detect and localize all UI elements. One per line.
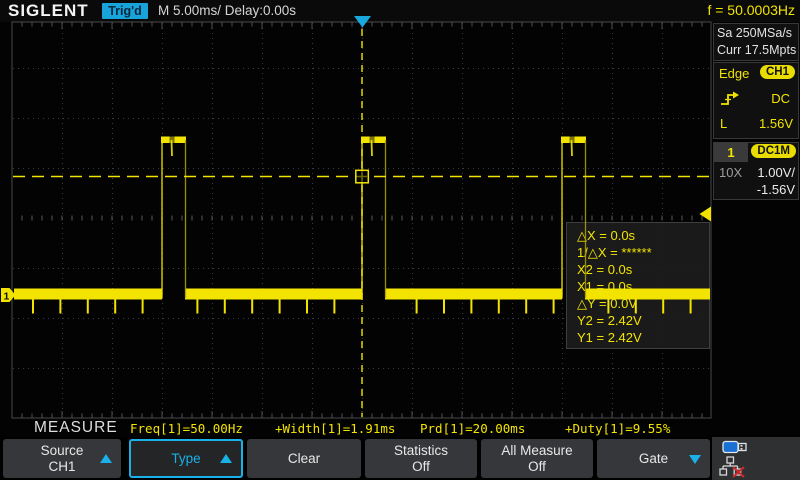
measurement-pos-width: +Width[1]=1.91ms <box>275 421 395 436</box>
statistics-button-value: Off <box>412 459 430 475</box>
gate-button-label: Gate <box>639 451 668 467</box>
measurement-pos-duty: +Duty[1]=9.55% <box>565 421 670 436</box>
oscilloscope-screen: SIGLENT Trig'd M 5.00ms/ Delay:0.00s f =… <box>0 0 800 480</box>
up-arrow-icon <box>100 454 112 463</box>
trigger-level-label: L <box>720 116 727 131</box>
cursor-x2: X2 = 0.0s <box>577 261 709 278</box>
type-button[interactable]: Type <box>129 439 243 478</box>
all-measure-button[interactable]: All Measure Off <box>481 439 593 478</box>
probe-attenuation-readout: 10X <box>719 165 742 180</box>
all-measure-button-label: All Measure <box>501 443 572 459</box>
channel-coupling-badge: DC1M <box>751 144 796 158</box>
source-button-value: CH1 <box>48 459 75 475</box>
rising-edge-icon <box>720 90 742 108</box>
trigger-source-badge: CH1 <box>760 65 795 79</box>
acquisition-info-panel: Sa 250MSa/s Curr 17.5Mpts <box>713 23 799 61</box>
usb-device-icon <box>722 440 748 454</box>
volts-per-div-readout: 1.00V/ <box>757 165 795 180</box>
channel-offset-readout: -1.56V <box>757 182 795 197</box>
cursor-x1: X1 = 0.0s <box>577 278 709 295</box>
softkey-menu-bar: Source CH1 Type Clear Statistics Off All… <box>0 437 800 480</box>
channel1-info-panel: 1 DC1M 10X 1.00V/ -1.56V <box>713 142 799 200</box>
trigger-info-panel: Edge CH1 DC L 1.56V <box>713 62 799 139</box>
measurement-period: Prd[1]=20.00ms <box>420 421 525 436</box>
type-button-label: Type <box>171 451 200 467</box>
cursor-y1: Y1 = 2.42V <box>577 329 709 346</box>
memory-depth-readout: Curr 17.5Mpts <box>717 42 798 59</box>
trigger-coupling-label: DC <box>771 91 790 106</box>
statistics-button[interactable]: Statistics Off <box>365 439 477 478</box>
cursor-y2: Y2 = 2.42V <box>577 312 709 329</box>
cursor-readout-box: △X = 0.0s 1/△X = ****** X2 = 0.0s X1 = 0… <box>566 222 710 349</box>
trigger-level-value: 1.56V <box>759 116 793 131</box>
gate-button[interactable]: Gate <box>597 439 710 478</box>
graticule-grid <box>0 14 712 422</box>
lan-disconnected-icon <box>719 456 746 478</box>
cursor-inv-delta-x: 1/△X = ****** <box>577 244 709 261</box>
measurement-freq: Freq[1]=50.00Hz <box>130 421 243 436</box>
cursor-delta-x: △X = 0.0s <box>577 227 709 244</box>
up-arrow-icon <box>220 454 232 463</box>
down-arrow-icon <box>689 455 701 464</box>
source-button[interactable]: Source CH1 <box>3 439 121 478</box>
trigger-type-label: Edge <box>719 66 749 81</box>
sample-rate-readout: Sa 250MSa/s <box>717 25 798 42</box>
status-icon-panel <box>712 437 800 480</box>
clear-button-label: Clear <box>288 451 320 467</box>
waveform-display-area: △X = 0.0s 1/△X = ****** X2 = 0.0s X1 = 0… <box>0 0 712 430</box>
source-button-label: Source <box>41 443 84 459</box>
cursor-delta-y: △Y = 0.0V <box>577 295 709 312</box>
clear-button[interactable]: Clear <box>247 439 361 478</box>
all-measure-button-value: Off <box>528 459 546 475</box>
statistics-button-label: Statistics <box>394 443 448 459</box>
frequency-counter-readout: f = 50.0003Hz <box>707 2 795 18</box>
channel-number-cell: 1 <box>714 143 748 162</box>
